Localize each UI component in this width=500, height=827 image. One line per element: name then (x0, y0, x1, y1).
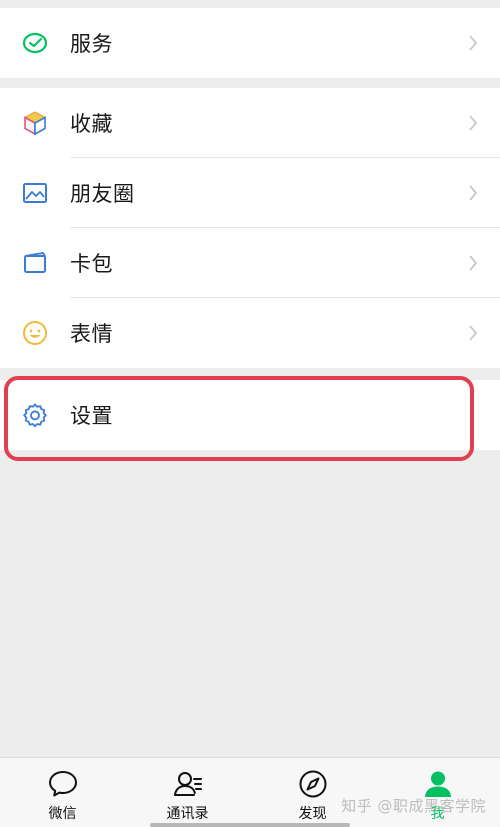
card-wallet-icon (21, 249, 49, 277)
tab-me[interactable]: 我 (375, 758, 500, 827)
chevron-right-icon (469, 255, 478, 271)
chevron-right-icon (469, 115, 478, 131)
smiley-face-icon (21, 319, 49, 347)
tab-contacts-label: 通讯录 (166, 806, 209, 822)
favorites-cube-icon (21, 109, 49, 137)
services-group: 服务 (0, 8, 500, 78)
menu-item-stickers[interactable]: 表情 (0, 298, 500, 368)
chevron-right-icon (469, 35, 478, 51)
compass-icon (299, 770, 326, 798)
tab-chats[interactable]: 微信 (0, 758, 125, 827)
tab-chats-label: 微信 (48, 806, 77, 822)
watermark-text: 知乎 @职成黑客学院 (341, 797, 486, 815)
moments-picture-icon (21, 179, 49, 207)
bottom-tab-bar: 微信 通讯录 发现 我 (0, 757, 500, 827)
menu-item-services[interactable]: 服务 (0, 8, 500, 78)
services-icon (21, 29, 49, 57)
gear-icon (21, 401, 49, 429)
services-label: 服务 (70, 32, 113, 56)
chat-bubble-icon (48, 771, 77, 797)
tab-discover-label: 发现 (298, 806, 327, 822)
home-indicator[interactable] (150, 823, 350, 827)
menu-item-settings[interactable]: 设置 (0, 380, 500, 450)
menu-item-moments[interactable]: 朋友圈 (0, 158, 500, 228)
menu-item-cards[interactable]: 卡包 (0, 228, 500, 298)
cards-label: 卡包 (70, 252, 113, 276)
tab-discover[interactable]: 发现 (250, 758, 375, 827)
tab-contacts[interactable]: 通讯录 (125, 758, 250, 827)
menu-item-favorites[interactable]: 收藏 (0, 88, 500, 158)
settings-group: 设置 (0, 380, 500, 450)
chevron-right-icon (469, 325, 478, 341)
settings-label: 设置 (70, 404, 113, 428)
chevron-right-icon (469, 185, 478, 201)
features-group: 收藏 朋友圈 卡包 表情 (0, 88, 500, 368)
moments-label: 朋友圈 (70, 182, 135, 206)
stickers-label: 表情 (70, 322, 113, 346)
contacts-icon (173, 772, 202, 796)
favorites-label: 收藏 (70, 112, 113, 136)
